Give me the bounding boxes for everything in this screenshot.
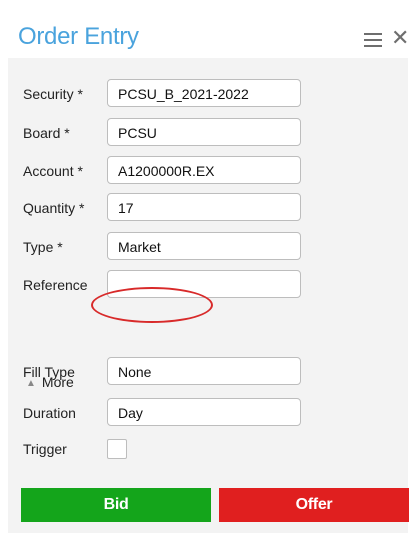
- fill-type-row: Fill Type None: [8, 357, 408, 387]
- account-label: Account *: [23, 163, 83, 179]
- panel-title: Order Entry: [18, 23, 139, 50]
- reference-label: Reference: [23, 277, 88, 293]
- close-icon[interactable]: ✕: [391, 27, 409, 49]
- order-entry-panel: Order Entry ✕ Security * PCSU_B_2021-202…: [8, 6, 409, 533]
- bid-button[interactable]: Bid: [21, 488, 211, 522]
- panel-header: Order Entry ✕: [8, 6, 409, 58]
- security-label: Security *: [23, 86, 83, 102]
- offer-button[interactable]: Offer: [219, 488, 409, 522]
- board-label: Board *: [23, 125, 70, 141]
- reference-input[interactable]: [107, 270, 301, 298]
- type-row: Type * Market: [8, 232, 408, 262]
- reference-row: Reference: [8, 270, 408, 300]
- type-label: Type *: [23, 239, 63, 255]
- action-bar: Bid Offer: [8, 472, 409, 533]
- order-form: Security * PCSU_B_2021-2022 Board * PCSU…: [8, 58, 408, 472]
- quantity-label: Quantity *: [23, 200, 85, 216]
- account-row: Account * A1200000R.EX: [8, 156, 408, 186]
- quantity-input[interactable]: 17: [107, 193, 301, 221]
- board-row: Board * PCSU: [8, 118, 408, 148]
- quantity-row: Quantity * 17: [8, 193, 408, 223]
- account-input[interactable]: A1200000R.EX: [107, 156, 301, 184]
- fill-type-select[interactable]: None: [107, 357, 301, 385]
- security-row: Security * PCSU_B_2021-2022: [8, 79, 408, 109]
- trigger-row: Trigger: [8, 434, 408, 464]
- board-input[interactable]: PCSU: [107, 118, 301, 146]
- type-select[interactable]: Market: [107, 232, 301, 260]
- menu-icon[interactable]: [364, 33, 382, 47]
- trigger-label: Trigger: [23, 441, 67, 457]
- duration-label: Duration: [23, 405, 76, 421]
- security-input[interactable]: PCSU_B_2021-2022: [107, 79, 301, 107]
- trigger-checkbox[interactable]: [107, 439, 127, 459]
- fill-type-label: Fill Type: [23, 364, 75, 380]
- duration-select[interactable]: Day: [107, 398, 301, 426]
- duration-row: Duration Day: [8, 398, 408, 428]
